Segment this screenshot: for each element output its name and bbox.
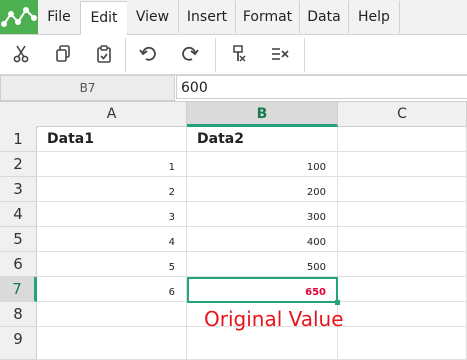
column-header-b[interactable]: B bbox=[187, 102, 338, 127]
clear-formats-button[interactable] bbox=[224, 41, 252, 67]
tab-edit[interactable]: Edit bbox=[80, 1, 128, 35]
row-header-1[interactable]: 1 bbox=[0, 127, 37, 152]
cell-a8[interactable] bbox=[37, 302, 187, 327]
redo-icon bbox=[182, 46, 199, 61]
cell-b7[interactable]: 650 bbox=[187, 277, 338, 302]
tab-view[interactable]: View bbox=[127, 1, 179, 33]
cell-b6[interactable]: 500 bbox=[187, 252, 338, 277]
undo-icon bbox=[139, 46, 156, 61]
cell-c5[interactable] bbox=[338, 227, 467, 252]
toolbar bbox=[0, 35, 467, 75]
row-header-8[interactable]: 8 bbox=[0, 302, 37, 327]
cell-c2[interactable] bbox=[338, 152, 467, 177]
row-header-9[interactable]: 9 bbox=[0, 327, 37, 360]
clear-formats-icon bbox=[233, 45, 246, 62]
cell-a3[interactable]: 2 bbox=[37, 177, 187, 202]
redo-button[interactable] bbox=[176, 41, 204, 67]
cell-c3[interactable] bbox=[338, 177, 467, 202]
cell-a4[interactable]: 3 bbox=[37, 202, 187, 227]
row-header-2[interactable]: 2 bbox=[0, 152, 37, 177]
paste-icon bbox=[97, 45, 111, 63]
cell-c9[interactable] bbox=[338, 327, 467, 360]
fill-handle[interactable] bbox=[335, 300, 340, 305]
formula-bar: B7 600 bbox=[0, 75, 467, 102]
cell-b5[interactable]: 400 bbox=[187, 227, 338, 252]
cell-b1[interactable]: Data2 bbox=[187, 127, 338, 152]
select-all-corner[interactable] bbox=[0, 102, 38, 128]
cell-c6[interactable] bbox=[338, 252, 467, 277]
cut-button[interactable] bbox=[7, 41, 35, 67]
cell-a6[interactable]: 5 bbox=[37, 252, 187, 277]
cell-a9[interactable] bbox=[37, 327, 187, 360]
tab-insert[interactable]: Insert bbox=[179, 1, 236, 33]
clear-contents-button[interactable] bbox=[266, 41, 294, 67]
menu-bar: File Edit View Insert Format Data Help bbox=[0, 0, 467, 35]
column-header-c[interactable]: C bbox=[338, 102, 467, 127]
name-box[interactable]: B7 bbox=[0, 75, 175, 101]
cell-b9[interactable] bbox=[187, 327, 338, 360]
row-header-4[interactable]: 4 bbox=[0, 202, 37, 227]
tab-help[interactable]: Help bbox=[349, 1, 400, 33]
row-header-5[interactable]: 5 bbox=[0, 227, 37, 252]
chart-logo-icon bbox=[1, 7, 37, 27]
row-header-6[interactable]: 6 bbox=[0, 252, 37, 277]
cell-b3[interactable]: 200 bbox=[187, 177, 338, 202]
cell-a2[interactable]: 1 bbox=[37, 152, 187, 177]
tab-file[interactable]: File bbox=[38, 1, 81, 33]
row-header-7[interactable]: 7 bbox=[0, 277, 37, 302]
undo-button[interactable] bbox=[134, 41, 162, 67]
formula-input[interactable]: 600 bbox=[176, 75, 467, 99]
cell-c8[interactable] bbox=[338, 302, 467, 327]
copy-button[interactable] bbox=[49, 41, 77, 67]
copy-icon bbox=[56, 45, 70, 62]
cell-c4[interactable] bbox=[338, 202, 467, 227]
scissors-icon bbox=[13, 45, 29, 63]
clear-contents-icon bbox=[272, 48, 289, 60]
cell-b2[interactable]: 100 bbox=[187, 152, 338, 177]
tab-data[interactable]: Data bbox=[300, 1, 349, 33]
tab-format[interactable]: Format bbox=[236, 1, 300, 33]
toolbar-separator bbox=[215, 38, 216, 72]
row-header-3[interactable]: 3 bbox=[0, 177, 37, 202]
cell-a7[interactable]: 6 bbox=[37, 277, 187, 302]
toolbar-separator bbox=[304, 38, 305, 72]
cell-b4[interactable]: 300 bbox=[187, 202, 338, 227]
cell-c7[interactable] bbox=[338, 277, 467, 302]
column-header-a[interactable]: A bbox=[37, 102, 187, 127]
cell-a1[interactable]: Data1 bbox=[37, 127, 187, 152]
cell-c1[interactable] bbox=[338, 127, 467, 152]
app-logo bbox=[0, 0, 38, 34]
annotation-label: Original Value bbox=[204, 307, 344, 331]
cell-a5[interactable]: 4 bbox=[37, 227, 187, 252]
toolbar-separator bbox=[125, 38, 126, 72]
paste-button[interactable] bbox=[90, 41, 118, 67]
